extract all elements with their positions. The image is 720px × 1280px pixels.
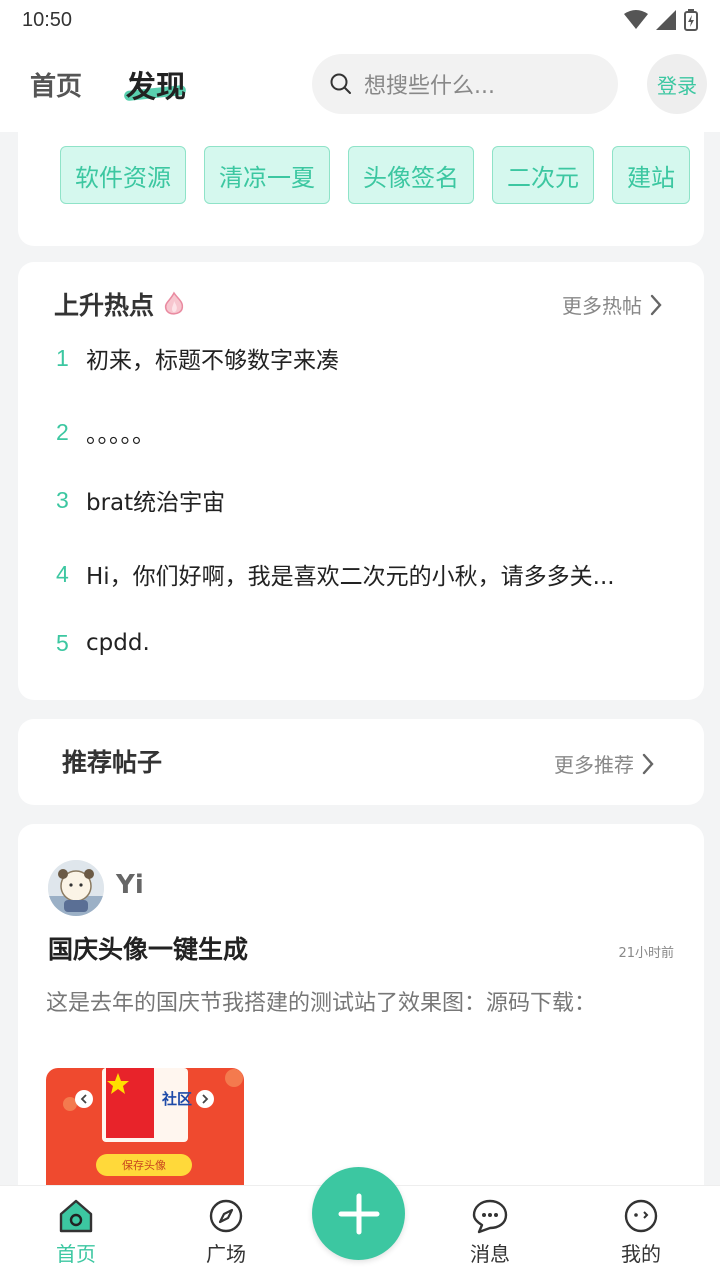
- post-title[interactable]: 国庆头像一键生成: [48, 930, 248, 966]
- hot-title: 。。。。。: [86, 422, 155, 448]
- hot-topics-card: 上升热点 更多热帖 1 初来，标题不够数字来凑 2 。。。。。 3 brat统治…: [18, 262, 704, 700]
- post-image[interactable]: 社区 保存头像: [46, 1068, 244, 1185]
- status-bar: 10:50: [0, 0, 720, 40]
- tags-card: 软件资源 清凉一夏 头像签名 二次元 建站: [18, 132, 704, 246]
- hot-item[interactable]: 4 Hi，你们好啊，我是喜欢二次元的小秋，请多多关...: [56, 556, 676, 592]
- more-hot-label: 更多热帖: [562, 294, 642, 318]
- profile-face-icon: [624, 1199, 658, 1233]
- nav-messages[interactable]: 消息: [450, 1198, 530, 1267]
- battery-icon: [684, 9, 698, 31]
- chevron-right-icon: [642, 753, 654, 774]
- hot-rank: 4: [56, 560, 69, 587]
- more-recommend-link[interactable]: 更多推荐: [554, 749, 654, 778]
- top-bar: 首页 发现 想搜些什么... 登录: [0, 40, 720, 132]
- post-image-caption: 社区: [162, 1090, 193, 1108]
- recommend-title: 推荐帖子: [62, 748, 163, 777]
- nav-square-label: 广场: [206, 1242, 246, 1266]
- hot-title: cpdd.: [86, 630, 150, 656]
- post-excerpt: 这是去年的国庆节我搭建的测试站了效果图：源码下载：: [46, 991, 597, 1016]
- hot-topics-title: 上升热点: [54, 286, 186, 322]
- more-hot-link[interactable]: 更多热帖: [562, 290, 662, 319]
- hot-item[interactable]: 2 。。。。。: [56, 414, 676, 450]
- tags-row[interactable]: 软件资源 清凉一夏 头像签名 二次元 建站: [60, 146, 690, 204]
- recommend-card: 推荐帖子 更多推荐: [18, 719, 704, 805]
- hot-rank: 2: [56, 418, 69, 445]
- hot-topics-title-label: 上升热点: [54, 291, 155, 320]
- nav-square[interactable]: 广场: [186, 1198, 266, 1267]
- hot-item[interactable]: 5 cpdd.: [56, 625, 676, 661]
- home-icon: [59, 1199, 93, 1233]
- nav-profile-label: 我的: [621, 1242, 661, 1266]
- signal-icon: [656, 10, 676, 30]
- tab-discover[interactable]: 发现: [126, 62, 186, 106]
- create-post-button[interactable]: [312, 1167, 405, 1260]
- plus-icon: [338, 1193, 379, 1234]
- tag-item[interactable]: 软件资源: [60, 146, 186, 204]
- hot-item[interactable]: 3 brat统治宇宙: [56, 482, 676, 518]
- post-card[interactable]: Yi 国庆头像一键生成 21小时前 这是去年的国庆节我搭建的测试站了效果图：源码…: [18, 824, 704, 1185]
- nav-messages-label: 消息: [470, 1242, 510, 1266]
- hot-title: brat统治宇宙: [86, 490, 226, 516]
- avatar[interactable]: [48, 860, 104, 916]
- tag-item[interactable]: 清凉一夏: [204, 146, 330, 204]
- content-scroll-area[interactable]: 软件资源 清凉一夏 头像签名 二次元 建站 上升热点 更多热帖 1 初来，标题不…: [0, 132, 720, 1185]
- hot-title: 初来，标题不够数字来凑: [86, 348, 339, 374]
- hot-item[interactable]: 1 初来，标题不够数字来凑: [56, 340, 676, 376]
- status-time: 10:50: [22, 8, 73, 31]
- hot-title: Hi，你们好啊，我是喜欢二次元的小秋，请多多关...: [86, 564, 615, 590]
- nav-profile[interactable]: 我的: [601, 1198, 681, 1267]
- tag-item[interactable]: 头像签名: [348, 146, 474, 204]
- avatar-image: [48, 860, 104, 916]
- flame-icon: [164, 291, 184, 315]
- chevron-right-icon: [650, 294, 662, 315]
- more-recommend-label: 更多推荐: [554, 753, 634, 777]
- nav-home[interactable]: 首页: [36, 1198, 116, 1267]
- status-icons: [624, 9, 698, 31]
- tab-discover-label: 发现: [126, 70, 186, 105]
- post-author[interactable]: Yi: [116, 870, 144, 900]
- post-time: 21小时前: [618, 946, 674, 961]
- post-image-button-label: 保存头像: [122, 1159, 166, 1172]
- search-input[interactable]: 想搜些什么...: [312, 54, 618, 114]
- search-icon: [330, 73, 351, 94]
- search-placeholder: 想搜些什么...: [364, 74, 495, 99]
- tag-item[interactable]: 二次元: [492, 146, 594, 204]
- tab-home[interactable]: 首页: [30, 66, 82, 103]
- chat-icon: [472, 1199, 508, 1234]
- hot-rank: 3: [56, 486, 69, 513]
- login-button[interactable]: 登录: [647, 54, 707, 114]
- compass-icon: [209, 1199, 243, 1233]
- hot-rank: 5: [56, 629, 69, 656]
- wifi-icon: [624, 10, 648, 29]
- nav-home-label: 首页: [56, 1242, 96, 1266]
- hot-rank: 1: [56, 344, 69, 371]
- tag-item[interactable]: 建站: [612, 146, 690, 204]
